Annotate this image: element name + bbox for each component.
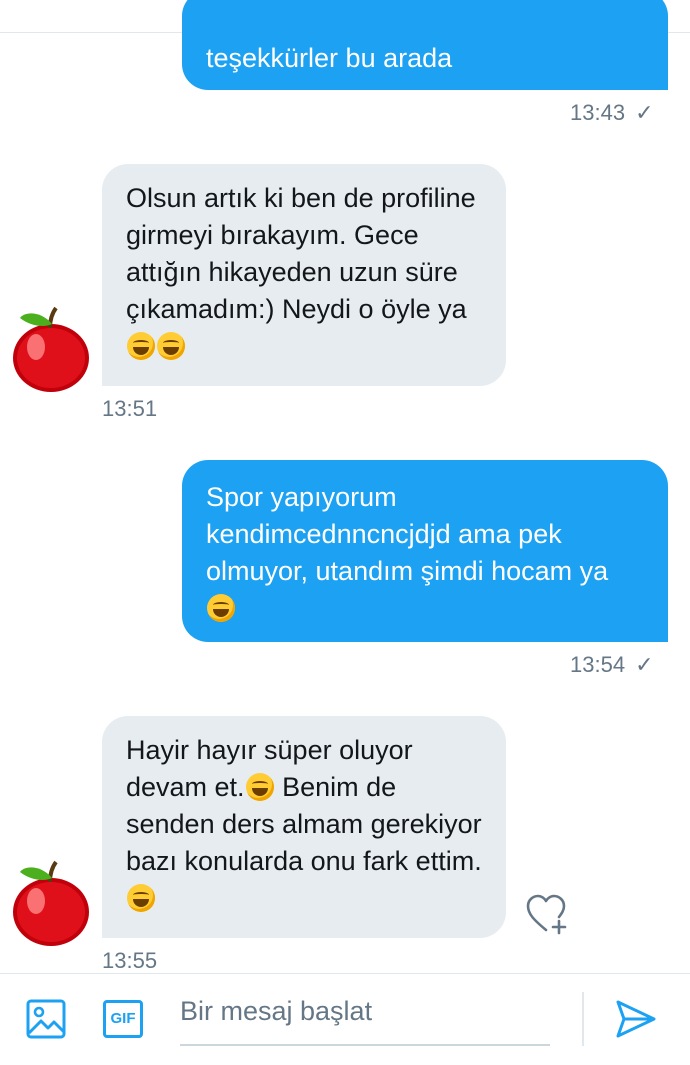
message-bubble-outgoing[interactable]: teşekkürler bu arada bbox=[182, 0, 668, 90]
composer-separator bbox=[582, 992, 584, 1046]
face-with-tears-of-joy-icon bbox=[207, 594, 235, 622]
face-with-tears-of-joy-icon bbox=[245, 773, 274, 801]
message-input-wrapper bbox=[180, 992, 550, 1046]
message-text: Spor yapıyorum kendimcednncncjdjd ama pe… bbox=[206, 482, 609, 586]
composer-divider bbox=[0, 973, 690, 974]
image-icon[interactable] bbox=[26, 999, 66, 1039]
message-timestamp: 13:51 bbox=[102, 396, 157, 422]
timestamp-text: 13:54 bbox=[570, 652, 626, 677]
timestamp-text: 13:55 bbox=[102, 948, 158, 973]
message-timestamp: 13:54 ✓ bbox=[570, 652, 654, 678]
send-icon[interactable] bbox=[614, 998, 658, 1040]
gif-label: GIF bbox=[110, 1010, 136, 1027]
heart-plus-icon[interactable] bbox=[524, 892, 568, 936]
red-apple-icon[interactable] bbox=[6, 856, 96, 948]
face-with-tears-of-joy-icon bbox=[127, 884, 155, 912]
gif-button[interactable]: GIF bbox=[103, 1000, 143, 1038]
timestamp-text: 13:51 bbox=[102, 396, 158, 421]
message-timestamp: 13:55 bbox=[102, 948, 157, 974]
red-apple-icon[interactable] bbox=[6, 302, 96, 394]
message-text: teşekkürler bu arada bbox=[206, 43, 453, 73]
message-timestamp: 13:43 ✓ bbox=[570, 100, 654, 126]
read-check-icon: ✓ bbox=[635, 652, 654, 677]
message-bubble-outgoing[interactable]: Spor yapıyorum kendimcednncncjdjd ama pe… bbox=[182, 460, 668, 642]
face-with-tears-of-joy-icon bbox=[127, 332, 155, 360]
message-input[interactable] bbox=[180, 992, 550, 1031]
face-with-tears-of-joy-icon bbox=[157, 332, 185, 360]
message-text: Olsun artık ki ben de profiline girmeyi … bbox=[126, 183, 476, 324]
read-check-icon: ✓ bbox=[635, 100, 654, 125]
timestamp-text: 13:43 bbox=[570, 100, 626, 125]
message-bubble-incoming[interactable]: Hayir hayır süper oluyor devam et. Benim… bbox=[102, 716, 506, 938]
message-bubble-incoming[interactable]: Olsun artık ki ben de profiline girmeyi … bbox=[102, 164, 506, 386]
